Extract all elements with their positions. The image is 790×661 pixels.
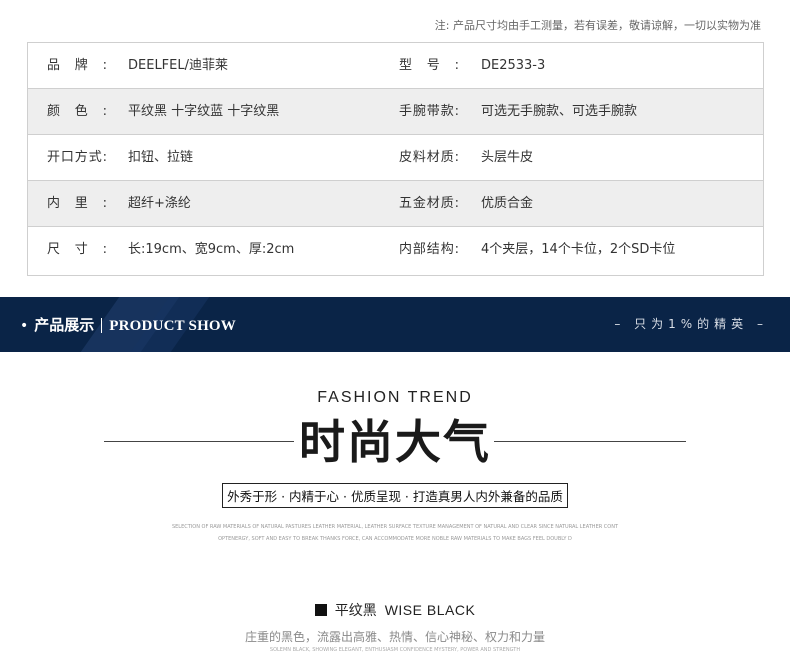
color-name-cn: 平纹黑: [334, 603, 377, 619]
measurement-note: 注: 产品尺寸均由手工测量，若有误差，敬请谅解，一切以实物为准: [434, 19, 761, 32]
spec-label-opening: 开口方式:: [47, 150, 107, 165]
spec-value-opening: 扣钮、拉链: [128, 150, 194, 165]
banner-title: • 产品展示 PRODUCT SHOW: [20, 297, 236, 352]
spec-value-color: 平纹黑 十字纹蓝 十字纹黑: [128, 104, 280, 119]
fine-print: SELECTION OF RAW MATERIALS OF NATURAL PA…: [171, 524, 619, 530]
slogan-box: 外秀于形 · 内精于心 · 优质呈现 · 打造真男人内外兼备的品质: [222, 483, 568, 508]
spec-table: 品牌: DEELFEL/迪菲莱 型号: DE2533-3 颜色: 平纹黑 十字纹…: [27, 42, 764, 276]
fashion-trend-title-en: FASHION TREND: [317, 389, 473, 406]
product-show-banner: • 产品展示 PRODUCT SHOW – 只为1%的精英 –: [0, 297, 790, 352]
square-icon: [314, 604, 327, 616]
spec-value-hardware: 优质合金: [481, 196, 534, 211]
spec-label-brand: 品牌:: [47, 58, 107, 73]
spec-label-lining: 内里:: [47, 196, 107, 211]
spec-value-wrist-strap: 可选无手腕款、可选手腕款: [481, 104, 638, 119]
spec-row: 颜色: 平纹黑 十字纹蓝 十字纹黑 手腕带款: 可选无手腕款、可选手腕款: [28, 89, 763, 135]
spec-value-brand: DEELFEL/迪菲莱: [128, 58, 228, 73]
banner-title-en: PRODUCT SHOW: [109, 318, 237, 334]
slogan-wrapper: 外秀于形 · 内精于心 · 优质呈现 · 打造真男人内外兼备的品质: [0, 483, 790, 508]
spec-value-structure: 4个夹层，14个卡位，2个SD卡位: [481, 242, 676, 257]
spec-value-model: DE2533-3: [481, 58, 546, 73]
spec-value-size: 长:19cm、宽9cm、厚:2cm: [128, 242, 295, 257]
spec-label-wrist-strap: 手腕带款:: [399, 104, 459, 119]
spec-label-model: 型号:: [399, 58, 459, 73]
spec-label-color: 颜色:: [47, 104, 107, 119]
spec-label-hardware: 五金材质:: [399, 196, 459, 211]
color-name-en: WISE BLACK: [384, 602, 476, 618]
spec-label-size: 尺寸:: [47, 242, 107, 257]
banner-tagline: – 只为1%的精英 –: [614, 317, 768, 331]
spec-row: 内里: 超纤+涤纶 五金材质: 优质合金: [28, 181, 763, 227]
banner-divider: [101, 318, 103, 333]
fashion-trend-title-cn: 时尚大气: [299, 415, 491, 469]
spec-row: 品牌: DEELFEL/迪菲莱 型号: DE2533-3: [28, 43, 763, 89]
spec-row: 尺寸: 长:19cm、宽9cm、厚:2cm 内部结构: 4个夹层，14个卡位，2…: [28, 227, 763, 273]
spec-label-structure: 内部结构:: [399, 242, 459, 257]
spec-label-leather: 皮料材质:: [399, 150, 459, 165]
bullet-icon: •: [20, 318, 29, 334]
color-variant-title: 平纹黑 WISE BLACK: [0, 600, 790, 620]
spec-value-leather: 头层牛皮: [481, 150, 534, 165]
fine-print: OPTENERGY, SOFT AND EASY TO BREAK THANKS…: [218, 536, 572, 542]
color-description-en: SOLEMN BLACK, SHOWING ELEGANT, ENTHUSIAS…: [269, 647, 521, 653]
banner-title-cn: 产品展示: [34, 316, 95, 334]
color-description: 庄重的黑色，流露出高雅、热情、信心神秘、权力和力量: [244, 630, 545, 644]
spec-row: 开口方式: 扣钮、拉链 皮料材质: 头层牛皮: [28, 135, 763, 181]
spec-value-lining: 超纤+涤纶: [128, 196, 191, 211]
